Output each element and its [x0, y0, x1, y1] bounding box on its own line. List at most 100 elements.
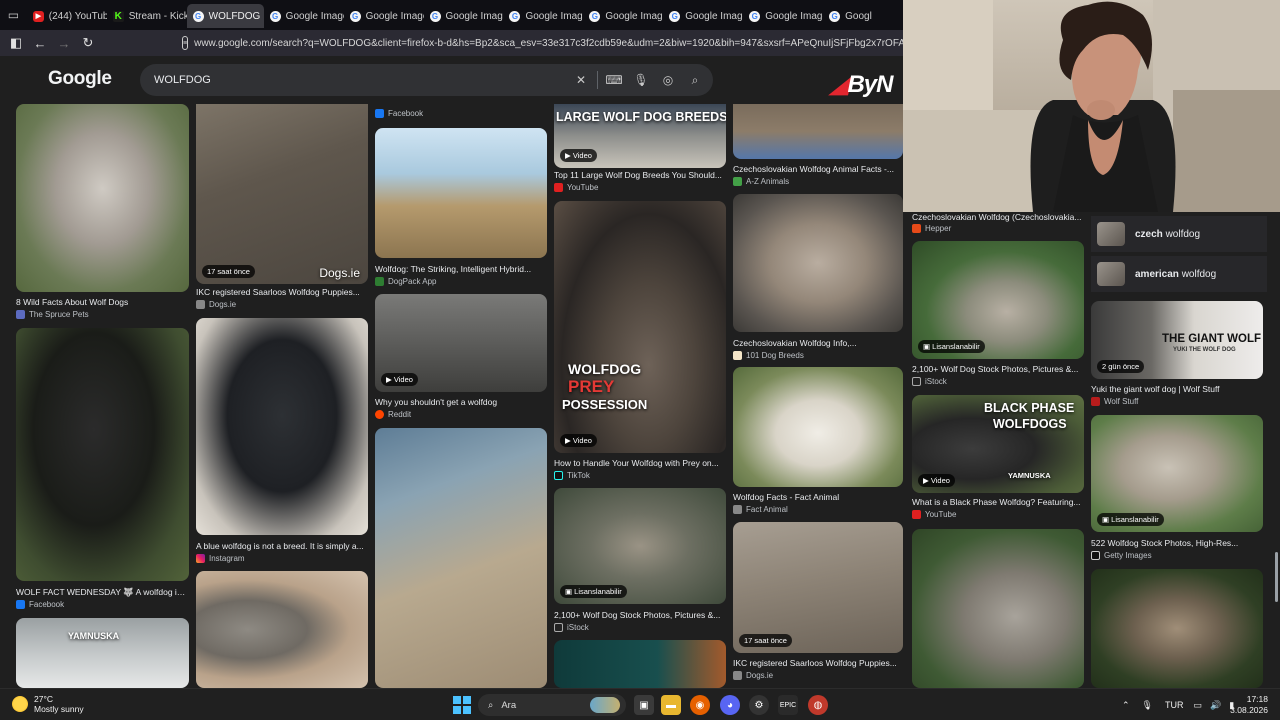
result-source[interactable]: iStock — [554, 623, 589, 632]
result-card[interactable]: BLACK PHASE WOLFDOGS YAMNUSKA ▶ Video Wh… — [912, 395, 1084, 521]
result-title[interactable]: 2,100+ Wolf Dog Stock Photos, Pictures &… — [554, 610, 726, 620]
result-image-wolfdog-white[interactable] — [16, 104, 189, 292]
result-image-snow-wolf[interactable]: YAMNUSKA — [16, 618, 189, 688]
microphone-icon[interactable]: 🎙 — [633, 72, 649, 88]
result-card[interactable]: THE GIANT WOLF YUKI THE WOLF DOG 2 gün ö… — [1091, 301, 1263, 411]
result-image-giant-wolf[interactable]: THE GIANT WOLF YUKI THE WOLF DOG 2 gün ö… — [1091, 301, 1263, 379]
tab-list-icon[interactable]: ▭ — [0, 0, 27, 30]
tray-overflow-icon[interactable]: ⌃ — [1122, 700, 1130, 711]
result-image-prey-possession[interactable]: WOLFDOG PREY POSSESSION ▶ Video — [554, 201, 726, 453]
reload-button[interactable]: ↻ — [76, 30, 100, 56]
tab-google-images[interactable]: G Google Image — [743, 4, 823, 28]
result-source[interactable]: Facebook — [375, 109, 423, 118]
result-image-wolfdog-man[interactable] — [375, 428, 547, 688]
result-title[interactable]: 2,100+ Wolf Dog Stock Photos, Pictures &… — [912, 364, 1084, 374]
discord-icon[interactable]: ◕ — [720, 695, 740, 715]
result-source[interactable]: Wolf Stuff — [1091, 397, 1138, 406]
tab-wolfdog[interactable]: G WOLFDOG ✕ — [186, 4, 264, 28]
related-search-czech[interactable]: czech wolfdog — [1091, 216, 1267, 252]
result-image-saarloos-puppy-2[interactable]: 17 saat önce — [733, 522, 903, 653]
volume-icon[interactable]: 🔊 — [1210, 700, 1221, 711]
clear-icon[interactable]: ✕ — [573, 72, 589, 88]
result-title[interactable]: IKC registered Saarloos Wolfdog Puppies.… — [733, 658, 903, 668]
result-source[interactable]: A-Z Animals — [733, 177, 789, 186]
result-source[interactable]: YouTube — [554, 183, 598, 192]
result-title[interactable]: Czechoslovakian Wolfdog (Czechoslovakia.… — [912, 212, 1084, 222]
result-card[interactable] — [912, 529, 1084, 688]
windows-start-icon[interactable] — [452, 695, 472, 715]
taskbar-search[interactable]: ⌕ Ara — [478, 694, 626, 716]
result-title[interactable]: Why you shouldn't get a wolfdog — [375, 397, 547, 407]
result-title[interactable]: WOLF FACT WEDNESDAY 🐺 A wolfdog is ... — [16, 587, 189, 598]
result-source[interactable]: YouTube — [912, 510, 956, 519]
forward-button[interactable]: → — [52, 30, 76, 56]
tab-kick[interactable]: K Stream - Kick D — [107, 4, 187, 28]
result-card[interactable]: ▣ Lisanslanabilir 2,100+ Wolf Dog Stock … — [912, 241, 1084, 391]
result-title[interactable]: 8 Wild Facts About Wolf Dogs — [16, 297, 189, 307]
result-source[interactable]: Getty Images — [1091, 551, 1152, 560]
result-image-large-breeds[interactable]: LARGE WOLF DOG BREEDS ▶ Video — [554, 104, 726, 168]
result-title[interactable]: Czechoslovakian Wolfdog Animal Facts -..… — [733, 164, 903, 174]
clock[interactable]: 17:18 3.08.2026 — [1230, 694, 1268, 716]
result-source[interactable]: 101 Dog Breeds — [733, 351, 804, 360]
scrollbar-thumb[interactable] — [1275, 552, 1278, 602]
result-title[interactable]: Top 11 Large Wolf Dog Breeds You Should.… — [554, 170, 726, 180]
firefox-dev-icon[interactable]: ◍ — [808, 695, 828, 715]
result-card[interactable] — [554, 640, 726, 688]
result-source[interactable]: Dogs.ie — [733, 671, 773, 680]
search-box[interactable]: ✕ ⌨ 🎙 ◎ ⌕ — [140, 64, 713, 96]
language-indicator[interactable]: TUR — [1165, 700, 1184, 710]
result-title[interactable]: 522 Wolfdog Stock Photos, High-Res... — [1091, 538, 1263, 548]
firefox-icon[interactable]: ◉ — [690, 695, 710, 715]
tab-google-images[interactable]: G Googl — [823, 4, 903, 28]
weather-widget[interactable]: 27°C Mostly sunny — [12, 694, 84, 714]
result-source[interactable]: Reddit — [375, 410, 411, 419]
result-card[interactable]: YAMNUSKA — [16, 618, 189, 688]
tab-google-images[interactable]: G Google Image — [663, 4, 743, 28]
result-image-reddit-wolfdog[interactable]: ▶ Video — [375, 294, 547, 392]
tab-google-images[interactable]: G Google Image — [344, 4, 424, 28]
result-image-getty-wolfdog[interactable]: ▣ Lisanslanabilir — [1091, 415, 1263, 532]
game-launcher-icon[interactable]: ⚙ — [749, 695, 769, 715]
search-icon[interactable]: ⌕ — [687, 72, 703, 88]
result-source[interactable]: Facebook — [16, 600, 64, 609]
result-image-czech-wolfdog-portrait[interactable] — [733, 194, 903, 332]
result-card[interactable]: 8 Wild Facts About Wolf Dogs The Spruce … — [16, 104, 189, 324]
result-title[interactable]: What is a Black Phase Wolfdog? Featuring… — [912, 497, 1084, 507]
result-image-czech-wolfdog-water[interactable] — [733, 104, 903, 159]
network-icon[interactable]: ▭ — [1193, 700, 1202, 711]
microphone-icon[interactable]: 🎙 — [1142, 700, 1153, 711]
sidebar-toggle-icon[interactable]: ◧ — [4, 30, 28, 56]
result-title[interactable]: Yuki the giant wolf dog | Wolf Stuff — [1091, 384, 1263, 394]
result-source[interactable]: DogPack App — [375, 277, 436, 286]
lens-icon[interactable]: ◎ — [660, 72, 676, 88]
result-source[interactable]: TikTok — [554, 471, 590, 480]
tab-google-images[interactable]: G Google Image — [503, 4, 583, 28]
result-image-woman-grey-wolfdog[interactable] — [912, 529, 1084, 688]
google-logo[interactable]: Google — [48, 68, 112, 90]
result-card[interactable]: 17 saat önce IKC registered Saarloos Wol… — [733, 522, 903, 688]
keyboard-icon[interactable]: ⌨ — [605, 72, 622, 88]
result-image-wolfdog-dark-forest[interactable] — [1091, 569, 1263, 688]
result-card[interactable]: Czechoslovakian Wolfdog Animal Facts -..… — [733, 104, 903, 188]
result-card[interactable]: ▶ Video Why you shouldn't get a wolfdog … — [375, 294, 547, 422]
result-image-black-wolfdog[interactable] — [16, 328, 189, 581]
result-card[interactable]: Czechoslovakian Wolfdog (Czechoslovakia.… — [912, 212, 1084, 234]
result-image-blue-wolfdog[interactable] — [196, 318, 368, 535]
result-source[interactable]: Dogs.ie — [196, 300, 236, 309]
result-source[interactable]: iStock — [912, 377, 947, 386]
back-button[interactable]: ← — [28, 30, 52, 56]
result-source[interactable]: Fact Animal — [733, 505, 788, 514]
tab-youtube[interactable]: ▶ (244) YouTube — [27, 4, 107, 28]
result-card[interactable]: ▣ Lisanslanabilir 522 Wolfdog Stock Phot… — [1091, 415, 1263, 561]
result-image-black-phase[interactable]: BLACK PHASE WOLFDOGS YAMNUSKA ▶ Video — [912, 395, 1084, 493]
file-explorer-icon[interactable]: ▬ — [661, 695, 681, 715]
result-title[interactable]: How to Handle Your Wolfdog with Prey on.… — [554, 458, 726, 468]
result-title[interactable]: IKC registered Saarloos Wolfdog Puppies.… — [196, 287, 368, 297]
result-image-wolfdog-forest[interactable]: ▣ Lisanslanabilir — [912, 241, 1084, 359]
result-card[interactable]: Czechoslovakian Wolfdog Info,... 101 Dog… — [733, 194, 903, 362]
task-view-icon[interactable]: ▣ — [634, 695, 654, 715]
result-image-woman-wolfdog[interactable] — [196, 571, 368, 688]
result-card[interactable]: 17 saat önce Dogs.ie IKC registered Saar… — [196, 104, 368, 314]
result-source[interactable]: Instagram — [196, 554, 245, 563]
